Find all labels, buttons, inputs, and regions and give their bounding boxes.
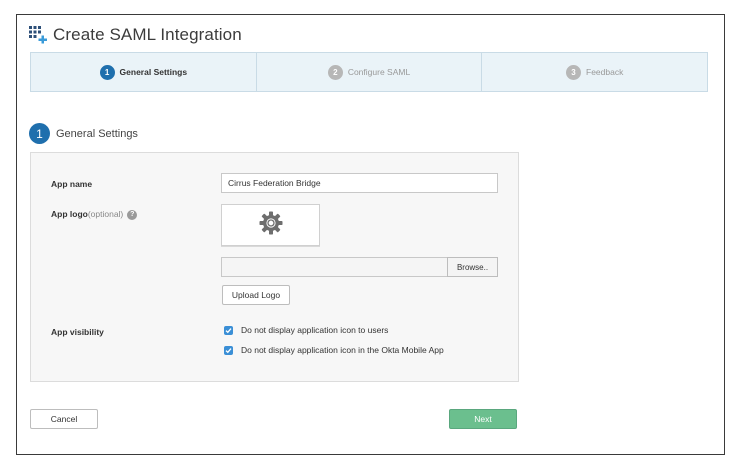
app-name-value: Cirrus Federation Bridge <box>228 178 321 188</box>
hide-icon-users-option[interactable]: Do not display application icon to users <box>224 325 388 335</box>
gear-icon <box>259 211 283 240</box>
app-name-label: App name <box>51 179 93 189</box>
cancel-button[interactable]: Cancel <box>30 409 98 429</box>
step-number: 1 <box>99 64 115 80</box>
step-label: General Settings <box>119 67 188 77</box>
logo-preview <box>221 204 320 246</box>
page-title: Create SAML Integration <box>53 25 242 44</box>
app-logo-label: App logo(optional)? <box>51 209 138 220</box>
section-header: 1 General Settings <box>29 123 138 144</box>
step-number: 3 <box>566 64 581 80</box>
upload-logo-button[interactable]: Upload Logo <box>222 285 290 305</box>
logo-file-field[interactable] <box>221 257 448 277</box>
hide-icon-users-label: Do not display application icon to users <box>241 325 389 335</box>
next-button[interactable]: Next <box>449 409 517 429</box>
grid-plus-icon <box>29 26 47 44</box>
general-settings-panel: App name Cirrus Federation Bridge App lo… <box>30 152 519 382</box>
step-number: 2 <box>327 64 343 80</box>
help-icon[interactable]: ? <box>127 209 138 220</box>
section-title: General Settings <box>56 127 138 140</box>
wizard-steps: 1 General Settings 2 Configure SAML 3 Fe… <box>30 52 708 92</box>
app-name-input[interactable]: Cirrus Federation Bridge <box>221 173 498 193</box>
wizard-step-feedback[interactable]: 3 Feedback <box>482 53 707 91</box>
hide-icon-mobile-label: Do not display application icon in the O… <box>241 345 444 355</box>
hide-icon-mobile-checkbox[interactable] <box>224 345 233 355</box>
optional-hint: (optional) <box>87 209 124 219</box>
integration-window: Create SAML Integration 1 General Settin… <box>16 14 725 455</box>
app-logo-label-text: App logo <box>51 209 88 219</box>
step-label: Configure SAML <box>347 67 411 77</box>
hide-icon-users-checkbox[interactable] <box>224 325 233 335</box>
app-visibility-label: App visibility <box>51 327 104 337</box>
wizard-step-general-settings[interactable]: 1 General Settings <box>31 53 257 91</box>
browse-button[interactable]: Browse.. <box>447 257 498 277</box>
page-header: Create SAML Integration <box>29 21 242 49</box>
section-number-badge: 1 <box>29 123 50 144</box>
step-label: Feedback <box>586 67 624 77</box>
hide-icon-mobile-option[interactable]: Do not display application icon in the O… <box>224 345 444 355</box>
wizard-step-configure-saml[interactable]: 2 Configure SAML <box>257 53 483 91</box>
